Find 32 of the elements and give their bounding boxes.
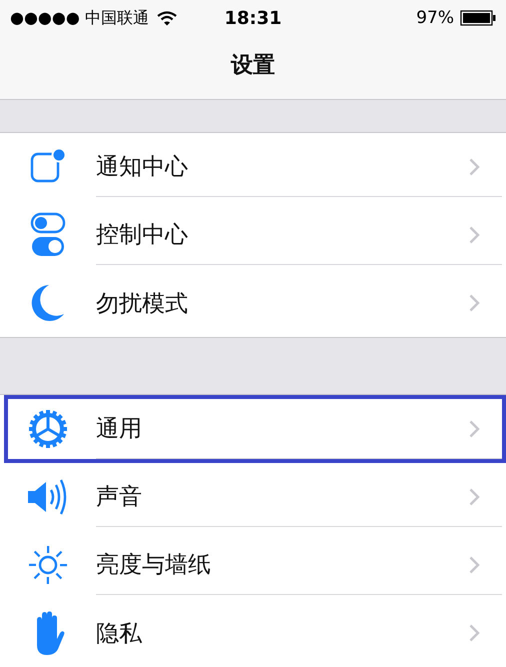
toggle-switch-icon bbox=[30, 212, 66, 258]
settings-row[interactable]: 控制中心 bbox=[4, 201, 506, 269]
chevron-icon bbox=[469, 420, 480, 438]
chevron-icon bbox=[469, 226, 480, 244]
settings-row[interactable]: 勿扰模式 bbox=[4, 269, 506, 337]
chevron-icon bbox=[469, 294, 480, 312]
row-label: 声音 bbox=[96, 483, 142, 512]
settings-row[interactable]: 隐私 bbox=[4, 599, 506, 667]
speaker-icon bbox=[27, 479, 69, 515]
settings-row[interactable]: 亮度与墙纸 bbox=[4, 531, 506, 599]
settings-row[interactable]: 声音 bbox=[4, 463, 506, 531]
page-title: 设置 bbox=[231, 52, 275, 80]
chevron-icon bbox=[469, 624, 480, 642]
row-label: 勿扰模式 bbox=[96, 290, 188, 318]
chevron-icon bbox=[469, 158, 480, 176]
battery-icon bbox=[460, 10, 496, 26]
row-label: 通用 bbox=[96, 415, 142, 444]
clock-time: 18:31 bbox=[224, 8, 282, 28]
settings-row[interactable]: 通知中心 bbox=[4, 133, 506, 201]
wifi-icon bbox=[156, 10, 177, 26]
battery-percent: 97% bbox=[416, 8, 454, 28]
moon-icon bbox=[31, 284, 65, 322]
chevron-icon bbox=[469, 556, 480, 574]
row-label: 通知中心 bbox=[96, 153, 188, 182]
row-label: 隐私 bbox=[96, 620, 142, 648]
settings-row[interactable]: 通用 bbox=[4, 395, 506, 463]
carrier-name: ●●●●● 中国联通 bbox=[10, 8, 149, 28]
brightness-icon bbox=[28, 545, 68, 585]
chevron-icon bbox=[469, 488, 480, 506]
row-label: 控制中心 bbox=[96, 221, 188, 250]
settings-icon bbox=[28, 409, 68, 449]
row-label: 亮度与墙纸 bbox=[96, 551, 211, 580]
